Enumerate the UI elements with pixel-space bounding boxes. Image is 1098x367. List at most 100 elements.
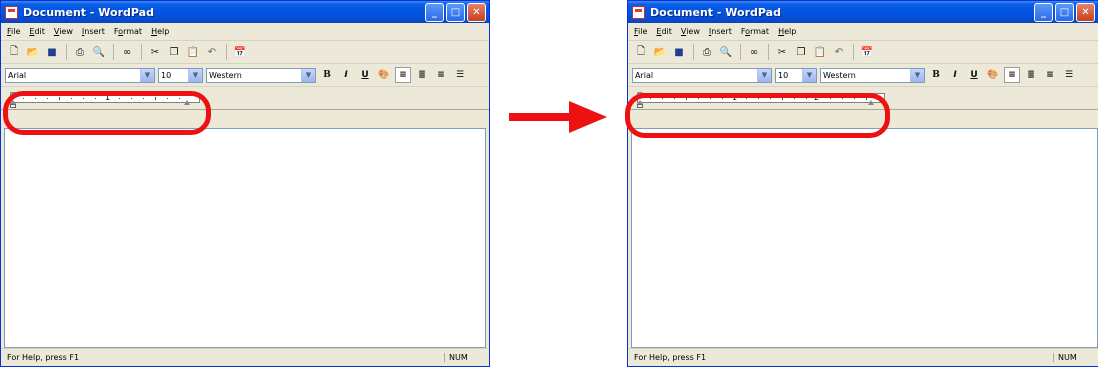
- chevron-down-icon[interactable]: ▼: [140, 68, 154, 82]
- menu-edit[interactable]: Edit: [656, 27, 672, 36]
- menu-file[interactable]: File: [634, 27, 647, 36]
- underline-button[interactable]: U: [357, 67, 373, 83]
- color-icon[interactable]: 🎨: [985, 67, 1001, 83]
- menu-insert[interactable]: Insert: [82, 27, 105, 36]
- size-combo[interactable]: 10 ▼: [775, 67, 817, 83]
- print-preview-icon[interactable]: 🔍: [91, 44, 107, 60]
- minimize-button[interactable]: _: [425, 2, 444, 22]
- open-folder-icon[interactable]: 📂: [652, 44, 668, 60]
- chevron-down-icon[interactable]: ▼: [757, 68, 771, 82]
- ruler-tick: [71, 98, 72, 99]
- ruler-tick: [179, 98, 180, 99]
- left-margin-marker[interactable]: [10, 104, 16, 108]
- maximize-button[interactable]: □: [446, 2, 465, 22]
- menu-view[interactable]: View: [681, 27, 700, 36]
- menu-help[interactable]: Help: [778, 27, 796, 36]
- align-left-icon[interactable]: ≡: [1004, 67, 1020, 83]
- binoculars-icon[interactable]: ∞: [119, 44, 135, 60]
- transition-arrow-shaft: [509, 113, 571, 121]
- underline-button[interactable]: U: [966, 67, 982, 83]
- align-left-icon[interactable]: ≡: [395, 67, 411, 83]
- font-value: Arial: [635, 70, 654, 80]
- ruler-tick: [854, 98, 855, 99]
- menu-view[interactable]: View: [54, 27, 73, 36]
- close-button[interactable]: ✕: [1076, 2, 1095, 22]
- document-area[interactable]: [4, 128, 486, 348]
- italic-button[interactable]: I: [947, 67, 963, 83]
- chevron-down-icon[interactable]: ▼: [188, 68, 202, 82]
- ruler-tick: [806, 98, 807, 99]
- open-folder-icon[interactable]: 📂: [25, 44, 41, 60]
- menu-format[interactable]: Format: [741, 27, 769, 36]
- new-document-icon[interactable]: 🗋: [633, 44, 649, 60]
- menu-bar: File Edit View Insert Format Help: [1, 23, 489, 41]
- menu-file[interactable]: File: [7, 27, 20, 36]
- align-center-icon[interactable]: ≣: [414, 67, 430, 83]
- right-indent-marker[interactable]: [184, 100, 190, 105]
- align-right-icon[interactable]: ≡: [1042, 67, 1058, 83]
- ruler-tick: [842, 98, 843, 99]
- title-bar[interactable]: Document - WordPad _ □ ✕: [628, 1, 1098, 23]
- ruler-tick: [59, 97, 60, 100]
- menu-insert[interactable]: Insert: [709, 27, 732, 36]
- script-combo[interactable]: Western ▼: [206, 67, 316, 83]
- printer-icon[interactable]: ⎙: [699, 44, 715, 60]
- paste-icon[interactable]: 📋: [185, 44, 201, 60]
- title-bar[interactable]: Document - WordPad _ □ ✕: [1, 1, 489, 23]
- left-margin-marker[interactable]: [637, 104, 643, 108]
- date-time-icon[interactable]: 📅: [859, 44, 875, 60]
- ruler-tick: [35, 98, 36, 99]
- minimize-button[interactable]: _: [1034, 2, 1053, 22]
- transition-arrow-head: [569, 101, 607, 133]
- ruler-tick: [650, 98, 651, 99]
- ruler-bar: 1: [1, 87, 489, 110]
- bullets-icon[interactable]: ☰: [452, 67, 468, 83]
- new-document-icon[interactable]: 🗋: [6, 44, 22, 60]
- bold-button[interactable]: B: [928, 67, 944, 83]
- undo-icon[interactable]: ↶: [831, 44, 847, 60]
- chevron-down-icon[interactable]: ▼: [301, 68, 315, 82]
- save-disk-icon[interactable]: ■: [44, 44, 60, 60]
- ruler-tick: [23, 98, 24, 99]
- bullets-icon[interactable]: ☰: [1061, 67, 1077, 83]
- wordpad-window-before: Document - WordPad _ □ ✕ File Edit View …: [0, 0, 490, 367]
- ruler-tick: [782, 97, 783, 100]
- toolbar-separator: [141, 44, 142, 60]
- copy-icon[interactable]: ❐: [793, 44, 809, 60]
- undo-icon[interactable]: ↶: [204, 44, 220, 60]
- maximize-button[interactable]: □: [1055, 2, 1074, 22]
- menu-format[interactable]: Format: [114, 27, 142, 36]
- font-combo[interactable]: Arial ▼: [632, 67, 772, 83]
- scissors-icon[interactable]: ✂: [774, 44, 790, 60]
- color-icon[interactable]: 🎨: [376, 67, 392, 83]
- first-line-indent-marker[interactable]: [10, 92, 16, 96]
- scissors-icon[interactable]: ✂: [147, 44, 163, 60]
- size-combo[interactable]: 10 ▼: [158, 67, 203, 83]
- save-disk-icon[interactable]: ■: [671, 44, 687, 60]
- font-combo[interactable]: Arial ▼: [5, 67, 155, 83]
- copy-icon[interactable]: ❐: [166, 44, 182, 60]
- ruler-tick: [95, 98, 96, 99]
- paste-icon[interactable]: 📋: [812, 44, 828, 60]
- binoculars-icon[interactable]: ∞: [746, 44, 762, 60]
- menu-edit[interactable]: Edit: [29, 27, 45, 36]
- document-area[interactable]: [631, 128, 1098, 348]
- align-center-icon[interactable]: ≣: [1023, 67, 1039, 83]
- chevron-down-icon[interactable]: ▼: [802, 68, 816, 82]
- print-preview-icon[interactable]: 🔍: [718, 44, 734, 60]
- close-button[interactable]: ✕: [467, 2, 486, 22]
- chevron-down-icon[interactable]: ▼: [910, 68, 924, 82]
- ruler[interactable]: 1 2: [637, 93, 885, 103]
- printer-icon[interactable]: ⎙: [72, 44, 88, 60]
- first-line-indent-marker[interactable]: [637, 92, 643, 96]
- toolbar-separator: [768, 44, 769, 60]
- bold-button[interactable]: B: [319, 67, 335, 83]
- menu-help[interactable]: Help: [151, 27, 169, 36]
- window-title: Document - WordPad: [650, 5, 781, 19]
- right-indent-marker[interactable]: [868, 100, 874, 105]
- ruler[interactable]: 1: [10, 93, 200, 103]
- date-time-icon[interactable]: 📅: [232, 44, 248, 60]
- italic-button[interactable]: I: [338, 67, 354, 83]
- align-right-icon[interactable]: ≡: [433, 67, 449, 83]
- script-combo[interactable]: Western ▼: [820, 67, 925, 83]
